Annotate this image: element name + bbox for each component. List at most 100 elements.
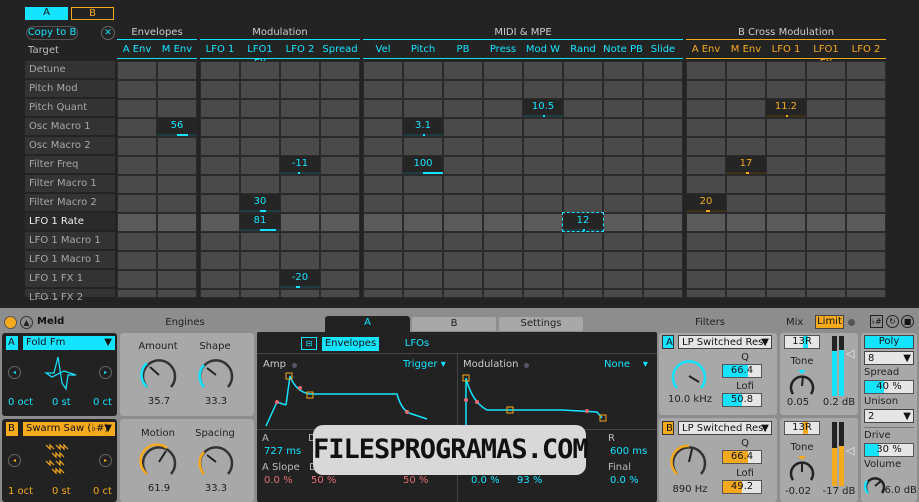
osc-b-semitone[interactable]: 0 st xyxy=(52,486,71,497)
matrix-cell[interactable] xyxy=(483,99,523,118)
filter-b-type-dropdown[interactable]: LP Switched Res ▼ xyxy=(678,421,772,435)
column-header[interactable]: M Env xyxy=(726,43,766,59)
tone-b-knob[interactable] xyxy=(788,454,816,484)
matrix-cell[interactable] xyxy=(766,194,806,213)
filter-a-freq-knob[interactable] xyxy=(669,356,709,396)
matrix-cell[interactable] xyxy=(686,175,726,194)
matrix-cell[interactable] xyxy=(726,289,766,298)
tuning-icon[interactable]: ♭# xyxy=(870,315,883,328)
attack-value[interactable]: 727 ms xyxy=(264,446,301,457)
filter-a-lofi-field[interactable]: 50.8 xyxy=(722,393,762,407)
voices-dropdown[interactable]: 8 ▼ xyxy=(864,351,914,365)
prev-wavetable-button[interactable]: ◂ xyxy=(8,454,21,467)
matrix-cell[interactable] xyxy=(240,251,280,270)
unison-dropdown[interactable]: 2 ▼ xyxy=(864,409,914,423)
matrix-cell[interactable] xyxy=(766,213,806,232)
osc-a-select-button[interactable]: A xyxy=(25,7,68,20)
matrix-cell[interactable] xyxy=(443,80,483,99)
mod-amount[interactable]: 3.1 xyxy=(403,118,443,136)
matrix-cell[interactable] xyxy=(320,80,360,99)
matrix-cell[interactable] xyxy=(726,194,766,213)
matrix-cell[interactable] xyxy=(726,175,766,194)
matrix-cell[interactable] xyxy=(846,80,886,99)
osc-a-semitone[interactable]: 0 st xyxy=(52,397,71,408)
matrix-cell[interactable] xyxy=(686,270,726,289)
matrix-cell[interactable] xyxy=(806,232,846,251)
matrix-cell[interactable] xyxy=(603,137,643,156)
matrix-cell[interactable] xyxy=(483,289,523,298)
matrix-cell[interactable] xyxy=(240,137,280,156)
link-icon[interactable]: ⊟ xyxy=(301,337,317,350)
matrix-cell[interactable] xyxy=(603,194,643,213)
matrix-cell[interactable] xyxy=(280,194,320,213)
matrix-cell[interactable] xyxy=(117,232,157,251)
final-value[interactable]: 0.0 % xyxy=(610,475,639,486)
column-header[interactable]: LFO 2 xyxy=(846,43,886,59)
row-label[interactable]: Filter Macro 1 xyxy=(25,175,115,193)
matrix-cell[interactable] xyxy=(443,118,483,137)
matrix-cell[interactable] xyxy=(443,194,483,213)
initial-value[interactable]: 0.0 % xyxy=(471,475,500,486)
level-b-fader-handle[interactable]: ◁ xyxy=(846,444,854,457)
matrix-cell[interactable] xyxy=(726,80,766,99)
matrix-cell[interactable] xyxy=(643,194,683,213)
matrix-cell[interactable] xyxy=(846,99,886,118)
matrix-cell[interactable] xyxy=(483,156,523,175)
column-header[interactable]: LFO 1 xyxy=(766,43,806,59)
osc-b-select-button[interactable]: B xyxy=(71,7,114,20)
motion-knob[interactable] xyxy=(139,442,179,482)
matrix-cell[interactable] xyxy=(563,251,603,270)
matrix-cell[interactable] xyxy=(200,80,240,99)
matrix-cell[interactable] xyxy=(117,270,157,289)
column-header[interactable]: A Env xyxy=(686,43,726,59)
matrix-cell[interactable] xyxy=(320,118,360,137)
matrix-cell[interactable] xyxy=(643,99,683,118)
matrix-cell[interactable] xyxy=(483,270,523,289)
matrix-cell[interactable] xyxy=(363,118,403,137)
matrix-cell[interactable] xyxy=(563,175,603,194)
osc-b-cents[interactable]: 0 ct xyxy=(93,486,112,497)
row-label[interactable]: Pitch Mod xyxy=(25,80,115,98)
column-header[interactable]: Vel xyxy=(363,43,403,59)
row-label[interactable]: Osc Macro 1 xyxy=(25,118,115,136)
matrix-cell[interactable] xyxy=(200,251,240,270)
column-header[interactable]: LFO 2 xyxy=(280,43,320,59)
matrix-cell[interactable] xyxy=(603,99,643,118)
matrix-cell[interactable] xyxy=(200,99,240,118)
matrix-cell[interactable] xyxy=(320,232,360,251)
matrix-cell[interactable] xyxy=(643,213,683,232)
matrix-cell[interactable] xyxy=(443,61,483,80)
mod-amount[interactable]: 30 xyxy=(240,194,280,212)
save-preset-icon[interactable]: ■ xyxy=(901,315,914,328)
matrix-cell[interactable] xyxy=(846,137,886,156)
matrix-cell[interactable] xyxy=(563,118,603,137)
filter-a-type-dropdown[interactable]: LP Switched Res ▼ xyxy=(678,335,772,349)
matrix-cell[interactable] xyxy=(483,213,523,232)
matrix-cell[interactable] xyxy=(157,270,197,289)
filter-b-q-field[interactable]: 66.4 xyxy=(722,450,762,464)
matrix-cell[interactable] xyxy=(846,213,886,232)
matrix-cell[interactable] xyxy=(523,232,563,251)
matrix-cell[interactable] xyxy=(320,99,360,118)
next-wavetable-button[interactable]: ▸ xyxy=(99,454,112,467)
matrix-cell[interactable] xyxy=(806,175,846,194)
matrix-cell[interactable] xyxy=(157,61,197,80)
matrix-cell[interactable] xyxy=(443,156,483,175)
mod-amount[interactable]: 56 xyxy=(157,118,197,136)
matrix-cell[interactable] xyxy=(403,80,443,99)
row-label[interactable]: LFO 1 FX 1 Macro xyxy=(25,270,115,302)
matrix-cell[interactable] xyxy=(806,194,846,213)
matrix-cell[interactable] xyxy=(200,194,240,213)
matrix-cell[interactable] xyxy=(320,289,360,298)
column-header[interactable]: Note PB xyxy=(603,43,643,59)
matrix-cell[interactable] xyxy=(643,270,683,289)
clear-matrix-button[interactable]: ✕ xyxy=(101,26,115,40)
matrix-cell[interactable] xyxy=(643,137,683,156)
matrix-cell[interactable] xyxy=(280,213,320,232)
matrix-cell[interactable] xyxy=(443,232,483,251)
osc-b-octave[interactable]: 1 oct xyxy=(8,486,33,497)
matrix-cell[interactable] xyxy=(280,289,320,298)
matrix-cell[interactable] xyxy=(686,251,726,270)
matrix-cell[interactable] xyxy=(157,251,197,270)
matrix-cell[interactable] xyxy=(643,232,683,251)
